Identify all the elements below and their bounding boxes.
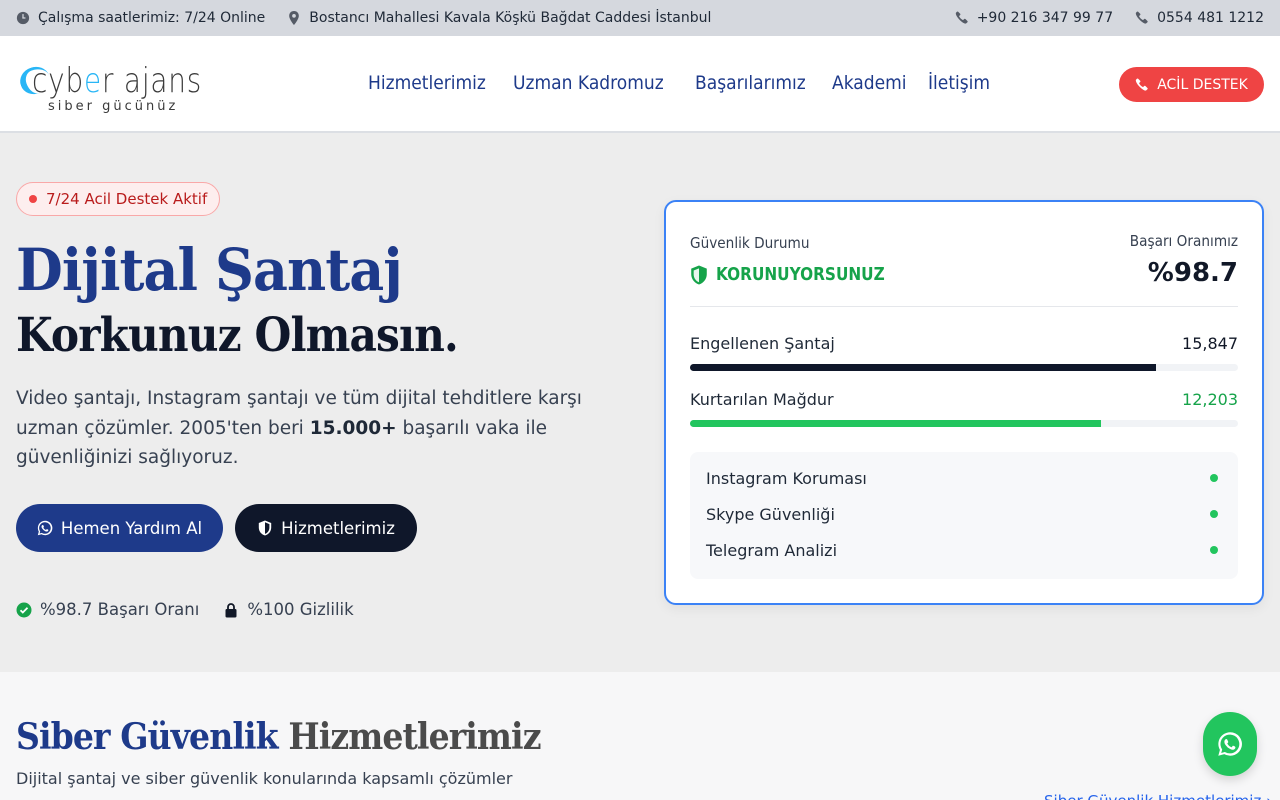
security-status-label: Güvenlik Durumu (690, 234, 810, 252)
nav-item-services[interactable]: Hizmetlerimiz (368, 72, 486, 94)
location-icon (289, 11, 300, 25)
stat-blocked: Engellenen Şantaj 15,847 (690, 334, 1238, 353)
emergency-support-button[interactable]: ACİL DESTEK (1119, 67, 1264, 102)
top-info-bar: Çalışma saatlerimiz: 7/24 Online Bostanc… (0, 0, 1280, 36)
working-hours-text: Çalışma saatlerimiz: 7/24 Online (38, 10, 266, 26)
whatsapp-floating-button[interactable] (1203, 712, 1257, 776)
service-item-telegram: Telegram Analizi (706, 532, 1222, 568)
feature-success-rate: %98.7 Başarı Oranı (16, 600, 199, 619)
chevron-right-icon: › (1266, 792, 1272, 800)
nav-item-experts[interactable]: Uzman Kadromuz (513, 72, 664, 94)
trust-features: %98.7 Başarı Oranı %100 Gizlilik (16, 600, 354, 619)
logo-tagline: siber gücünüz (48, 98, 179, 114)
success-rate-value: %98.7 (1147, 258, 1238, 288)
phone-1-text: +90 216 347 99 77 (976, 10, 1114, 26)
stat-rescued: Kurtarılan Mağdur 12,203 (690, 390, 1238, 409)
card-divider (690, 306, 1238, 307)
services-button[interactable]: Hizmetlerimiz (235, 504, 417, 552)
stat-rescued-bar (690, 420, 1238, 427)
services-section-title: Siber Güvenlik Hizmetlerimiz (16, 716, 542, 758)
stat-rescued-value: 12,203 (1182, 390, 1238, 409)
emergency-support-label: ACİL DESTEK (1157, 76, 1248, 93)
status-dot-icon (1210, 510, 1218, 518)
success-rate-label: Başarı Oranımız (1129, 232, 1238, 250)
nav-item-academy[interactable]: Akademi (832, 72, 907, 94)
security-status-value: KORUNUYORSUNUZ (690, 264, 914, 285)
whatsapp-icon (1218, 732, 1242, 756)
address-text: Bostancı Mahallesi Kavala Köşkü Bağdat C… (309, 10, 712, 26)
stat-blocked-value: 15,847 (1182, 334, 1238, 353)
address: Bostancı Mahallesi Kavala Köşkü Bağdat C… (287, 10, 711, 26)
hero-title-line1: Dijital Şantaj (16, 236, 403, 304)
whatsapp-icon (37, 520, 53, 536)
working-hours: Çalışma saatlerimiz: 7/24 Online (16, 10, 265, 26)
services-section: Siber Güvenlik Hizmetlerimiz Dijital şan… (0, 672, 1280, 800)
phone-link-1[interactable]: +90 216 347 99 77 (955, 10, 1113, 26)
shield-check-icon (691, 265, 707, 284)
stat-blocked-bar (690, 364, 1238, 371)
services-label: Hizmetlerimiz (281, 518, 395, 538)
stat-blocked-label: Engellenen Şantaj (690, 334, 835, 353)
service-item-instagram: Instagram Koruması (706, 460, 1222, 496)
hero-title-line2: Korkunuz Olmasın. (16, 308, 459, 363)
phone-2-text: 0554 481 1212 (1157, 10, 1264, 26)
status-dot-icon (1210, 546, 1218, 554)
stat-rescued-bar-fill (690, 420, 1101, 427)
stat-blocked-bar-fill (690, 364, 1156, 371)
shield-icon (258, 520, 272, 536)
all-services-link[interactable]: Siber Güvenlik Hizmetlerimiz › (1044, 792, 1272, 800)
case-count: 15.000+ (309, 417, 397, 439)
phone-icon (1135, 11, 1148, 24)
get-help-button[interactable]: Hemen Yardım Al (16, 504, 223, 552)
check-circle-icon (16, 602, 32, 617)
stat-rescued-label: Kurtarılan Mağdur (690, 390, 834, 409)
support-status-badge: 7/24 Acil Destek Aktif (16, 182, 221, 216)
security-status-card: Güvenlik Durumu KORUNUYORSUNUZ Başarı Or… (664, 200, 1264, 605)
site-header: cyber ajans siber gücünüz Hizmetlerimiz … (0, 36, 1280, 133)
logo[interactable]: cyber ajans siber gücünüz (18, 56, 228, 120)
support-status-text: 7/24 Acil Destek Aktif (46, 190, 208, 208)
nav-item-achievements[interactable]: Başarılarımız (695, 72, 806, 94)
phone-icon (1136, 77, 1148, 91)
logo-wordmark: cyber ajans (32, 60, 203, 101)
services-section-subtitle: Dijital şantaj ve siber güvenlik konular… (16, 769, 513, 788)
status-dot-icon (1210, 474, 1218, 482)
clock-icon (16, 11, 30, 25)
main-nav: Hizmetlerimiz Uzman Kadromuz Başarılarım… (368, 72, 997, 94)
nav-item-contact[interactable]: İletişim (928, 72, 990, 94)
live-dot-icon (29, 195, 37, 203)
lock-icon (225, 602, 237, 617)
phone-icon (955, 11, 968, 24)
service-item-skype: Skype Güvenliği (706, 496, 1222, 532)
hero-description: Video şantajı, Instagram şantajı ve tüm … (16, 388, 582, 468)
get-help-label: Hemen Yardım Al (60, 518, 203, 538)
phone-link-2[interactable]: 0554 481 1212 (1135, 10, 1264, 26)
protected-services-list: Instagram Koruması Skype Güvenliği Teleg… (690, 452, 1238, 579)
feature-privacy: %100 Gizlilik (223, 600, 354, 619)
